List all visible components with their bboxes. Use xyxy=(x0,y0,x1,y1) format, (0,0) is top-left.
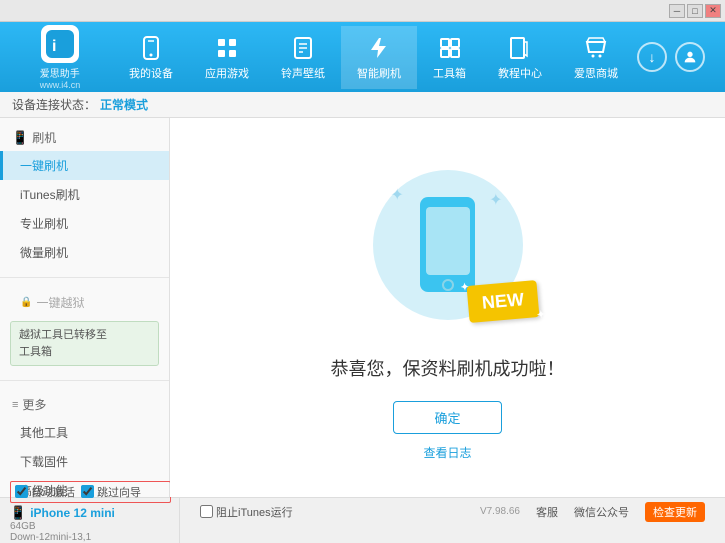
device-icon: 📱 xyxy=(10,505,26,521)
menu-icon: ≡ xyxy=(12,399,18,411)
nav-store-label: 爱思商城 xyxy=(574,65,618,81)
tool-icon xyxy=(436,34,464,62)
sidebar-item-itunes-flash[interactable]: iTunes刷机 xyxy=(0,180,169,209)
book-icon xyxy=(506,34,534,62)
status-value: 正常模式 xyxy=(100,96,148,113)
sidebar-section-flash: 📱 刷机 一键刷机 iTunes刷机 专业刷机 微量刷机 xyxy=(0,118,169,273)
nav-store[interactable]: 爱思商城 xyxy=(558,26,634,89)
window-controls: ─ □ ✕ xyxy=(669,4,721,18)
nav-toolbox-label: 工具箱 xyxy=(433,65,466,81)
nav-smart-flash[interactable]: 智能刷机 xyxy=(341,26,417,89)
nav-tutorials-label: 教程中心 xyxy=(498,65,542,81)
customer-service-link[interactable]: 客服 xyxy=(536,504,558,520)
skip-wizard-checkbox[interactable] xyxy=(81,485,94,498)
nav-tutorials[interactable]: 教程中心 xyxy=(482,26,558,89)
bottom-bar: 自动激活 跳过向导 📱 iPhone 12 mini 64GB Down-12m… xyxy=(0,497,725,525)
divider-2 xyxy=(0,380,169,381)
svg-text:i: i xyxy=(52,38,56,55)
sidebar-section-jailbreak: 🔒 一键越狱 越狱工具已转移至工具箱 xyxy=(0,282,169,376)
phone-screen xyxy=(426,207,470,275)
nav-toolbox[interactable]: 工具箱 xyxy=(417,26,482,89)
nav-my-device-label: 我的设备 xyxy=(129,65,173,81)
nav-ringtones-label: 铃声壁纸 xyxy=(281,65,325,81)
phone-home-button xyxy=(442,279,454,291)
stars2-decoration: ✦ xyxy=(536,309,545,321)
device-system: Down-12mini-13,1 xyxy=(10,532,171,543)
device-name: iPhone 12 mini xyxy=(30,506,115,520)
header: i 爱思助手 www.i4.cn 我的设备 应用游戏 铃声壁纸 xyxy=(0,22,725,92)
minimize-button[interactable]: ─ xyxy=(669,4,685,18)
jailbreak-note: 越狱工具已转移至工具箱 xyxy=(10,321,159,366)
sparkle-tl: ✦ xyxy=(391,185,404,205)
diary-link[interactable]: 查看日志 xyxy=(423,444,471,461)
nav-apps-games[interactable]: 应用游戏 xyxy=(189,26,265,89)
nav-ringtones[interactable]: 铃声壁纸 xyxy=(265,26,341,89)
sidebar-flash-title: 📱 刷机 xyxy=(0,124,169,151)
bottom-left-section: 自动激活 跳过向导 📱 iPhone 12 mini 64GB Down-12m… xyxy=(10,481,180,543)
main-area: 📱 刷机 一键刷机 iTunes刷机 专业刷机 微量刷机 🔒 一键越狱 xyxy=(0,118,725,497)
phone-body xyxy=(420,197,475,292)
sidebar-jailbreak-title: 🔒 一键越狱 xyxy=(0,288,169,317)
wechat-link[interactable]: 微信公众号 xyxy=(574,504,629,520)
phone-icon xyxy=(137,34,165,62)
logo-area: i 爱思助手 www.i4.cn xyxy=(10,25,110,90)
user-button[interactable] xyxy=(675,42,705,72)
stop-itunes-label[interactable]: 阻止iTunes运行 xyxy=(200,504,293,520)
divider-1 xyxy=(0,277,169,278)
nav-my-device[interactable]: 我的设备 xyxy=(113,26,189,89)
auto-connect-checkbox[interactable] xyxy=(15,485,28,498)
music-icon xyxy=(289,34,317,62)
confirm-button[interactable]: 确定 xyxy=(393,401,501,434)
sidebar-item-download-fw[interactable]: 下载固件 xyxy=(0,447,169,476)
sidebar-item-one-key-flash[interactable]: 一键刷机 xyxy=(0,151,169,180)
success-message: 恭喜您，保资料刷机成功啦！ xyxy=(331,355,565,381)
auto-connect-label[interactable]: 自动激活 xyxy=(15,484,75,500)
sidebar-more-title: ≡ 更多 xyxy=(0,391,169,418)
maximize-button[interactable]: □ xyxy=(687,4,703,18)
logo-name: 爱思助手 www.i4.cn xyxy=(40,65,81,90)
checkbox-group: 自动激活 跳过向导 xyxy=(10,481,171,503)
phone-illustration: ✦ ✦ ✦ NEW ✦ xyxy=(348,155,548,335)
check-update-button[interactable]: 检查更新 xyxy=(645,502,705,522)
device-storage: 64GB xyxy=(10,521,171,532)
new-badge: ✦ NEW ✦ xyxy=(466,280,539,323)
logo-icon: i xyxy=(41,25,79,63)
skip-wizard-label[interactable]: 跳过向导 xyxy=(81,484,141,500)
sidebar: 📱 刷机 一键刷机 iTunes刷机 专业刷机 微量刷机 🔒 一键越狱 xyxy=(0,118,170,497)
status-label: 设备连接状态： xyxy=(12,96,96,113)
bottom-right: V7.98.66 客服 微信公众号 检查更新 xyxy=(480,502,715,522)
flash-icon xyxy=(365,34,393,62)
status-bar: 设备连接状态： 正常模式 xyxy=(0,92,725,118)
device-info: 📱 iPhone 12 mini 64GB Down-12mini-13,1 xyxy=(10,505,171,543)
sidebar-item-other-tools[interactable]: 其他工具 xyxy=(0,418,169,447)
content-area: ✦ ✦ ✦ NEW ✦ 恭喜您，保资料刷机成功啦！ 确定 查看日志 xyxy=(170,118,725,497)
store-icon xyxy=(582,34,610,62)
close-button[interactable]: ✕ xyxy=(705,4,721,18)
nav-smart-flash-label: 智能刷机 xyxy=(357,65,401,81)
nav-right-buttons: ↓ xyxy=(637,42,715,72)
title-bar: ─ □ ✕ xyxy=(0,0,725,22)
lock-icon: 🔒 xyxy=(20,297,32,308)
download-button[interactable]: ↓ xyxy=(637,42,667,72)
sidebar-item-pro-flash[interactable]: 专业刷机 xyxy=(0,209,169,238)
nav-bar: 我的设备 应用游戏 铃声壁纸 智能刷机 工具箱 xyxy=(110,26,637,89)
stars-decoration: ✦ xyxy=(460,281,469,293)
phone-small-icon: 📱 xyxy=(12,130,28,146)
stop-itunes-checkbox[interactable] xyxy=(200,505,213,518)
nav-apps-label: 应用游戏 xyxy=(205,65,249,81)
apps-icon xyxy=(213,34,241,62)
sidebar-item-micro-flash[interactable]: 微量刷机 xyxy=(0,238,169,267)
sparkle-tr: ✦ xyxy=(489,190,502,210)
version-text: V7.98.66 xyxy=(480,506,520,517)
bottom-center: 阻止iTunes运行 xyxy=(180,504,480,520)
